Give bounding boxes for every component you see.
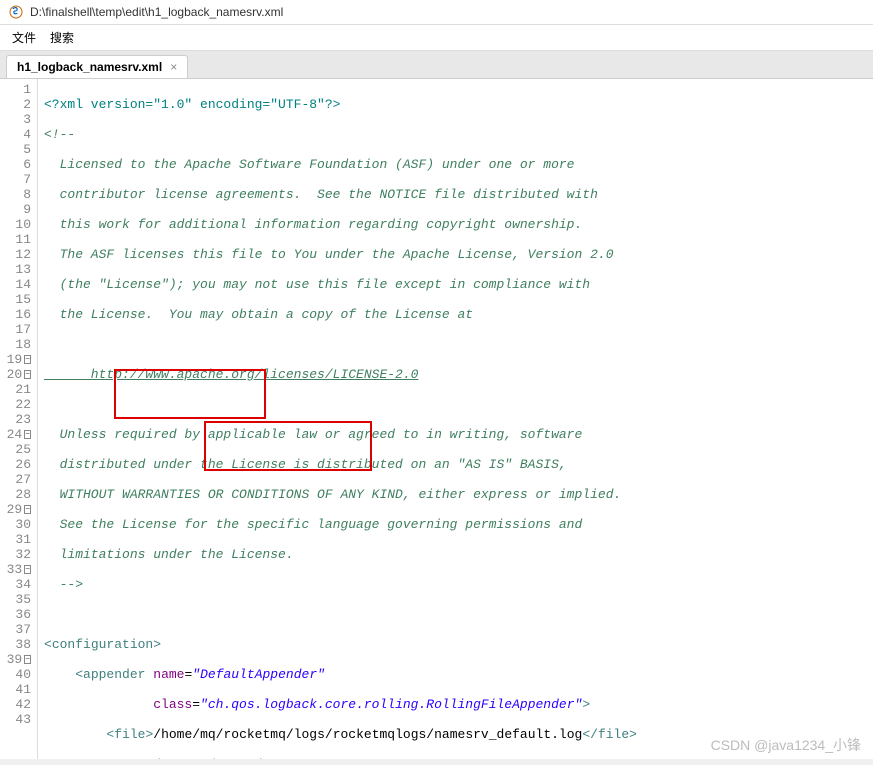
fold-icon[interactable]: − <box>24 565 31 574</box>
title-bar: D:\finalshell\temp\edit\h1_logback_names… <box>0 0 873 25</box>
menu-file[interactable]: 文件 <box>12 29 36 46</box>
fold-icon[interactable]: − <box>24 355 31 364</box>
fold-icon[interactable]: − <box>24 370 31 379</box>
tab-bar: h1_logback_namesrv.xml × <box>0 51 873 79</box>
line-gutter: 123456789101112131415161718 19− 20− 2122… <box>0 79 38 759</box>
tab-label: h1_logback_namesrv.xml <box>17 60 162 74</box>
menu-bar: 文件 搜索 <box>0 25 873 51</box>
annotation-box <box>204 421 372 471</box>
fold-icon[interactable]: − <box>24 505 31 514</box>
fold-icon[interactable]: − <box>24 655 31 664</box>
close-icon[interactable]: × <box>170 60 177 74</box>
tab-active[interactable]: h1_logback_namesrv.xml × <box>6 55 188 78</box>
menu-search[interactable]: 搜索 <box>50 29 74 46</box>
code-area[interactable]: <?xml version="1.0" encoding="UTF-8"?> <… <box>38 79 873 759</box>
app-icon <box>8 4 24 20</box>
code-editor[interactable]: 123456789101112131415161718 19− 20− 2122… <box>0 79 873 759</box>
fold-icon[interactable]: − <box>24 430 31 439</box>
annotation-box <box>114 369 266 419</box>
window-title: D:\finalshell\temp\edit\h1_logback_names… <box>30 5 283 19</box>
